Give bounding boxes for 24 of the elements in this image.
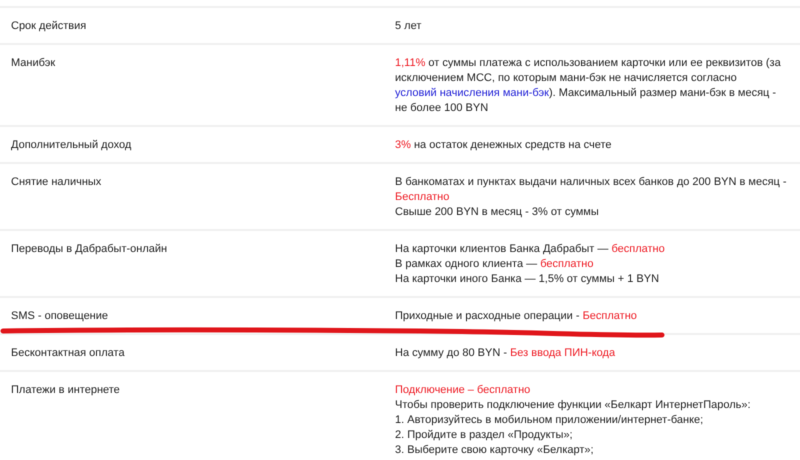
value-text: 1,11% от суммы платежа с использованием карточки или ее реквизитов (за исключением МСС, по которым мани-бэк не начисляется согласно условий начисления мани-бэк). Максимальный размер мани-бэк в месяц - не более 100 BYN — [395, 56, 782, 116]
row-label: Манибэк — [10, 56, 56, 71]
row-label: Бесконтактная оплата — [10, 346, 126, 361]
value-text: 3% на остаток денежных средств на счете — [395, 138, 613, 153]
value-text: На карточки клиентов Банка Дабрабыт — бесплатно — [395, 242, 666, 257]
value-text: 1. Авторизуйтесь в мобильном приложении/интернет-банке; — [395, 413, 704, 428]
row-label: Платежи в интернете — [10, 383, 121, 398]
row-label: SMS - оповещение — [10, 309, 110, 324]
value-text: Приходные и расходные операции - Бесплатно — [395, 309, 638, 324]
row-label: Снятие наличных — [10, 175, 102, 190]
row-label: Переводы в Дабрабыт-онлайн — [10, 242, 168, 257]
value-text: Чтобы проверить подключение функции «Белкарт ИнтернетПароль»: — [395, 398, 752, 413]
row-label: Срок действия — [10, 19, 88, 34]
value-text: В рамках одного клиента — бесплатно — [395, 257, 594, 272]
value-text: Подключение – бесплатно — [395, 383, 532, 398]
row-label: Дополнительный доход — [10, 138, 132, 153]
value-text: 3. Выберите свою карточку «Белкарт»; — [395, 443, 595, 458]
conditions-link[interactable]: условий начисления мани-бэк — [395, 87, 549, 99]
value-text: На сумму до 80 BYN - Без ввода ПИН-кода — [395, 346, 616, 361]
value-text: В банкоматах и пунктах выдачи наличных всех банков до 200 BYN в месяц - Бесплатно — [395, 175, 787, 205]
value-text: 5 лет — [395, 19, 422, 34]
value-text: 2. Пройдите в раздел «Продукты»; — [395, 428, 574, 443]
value-text: На карточки иного Банка — 1,5% от суммы + 1 BYN — [395, 272, 660, 287]
value-text: Свыше 200 BYN в месяц - 3% от суммы — [395, 205, 600, 220]
